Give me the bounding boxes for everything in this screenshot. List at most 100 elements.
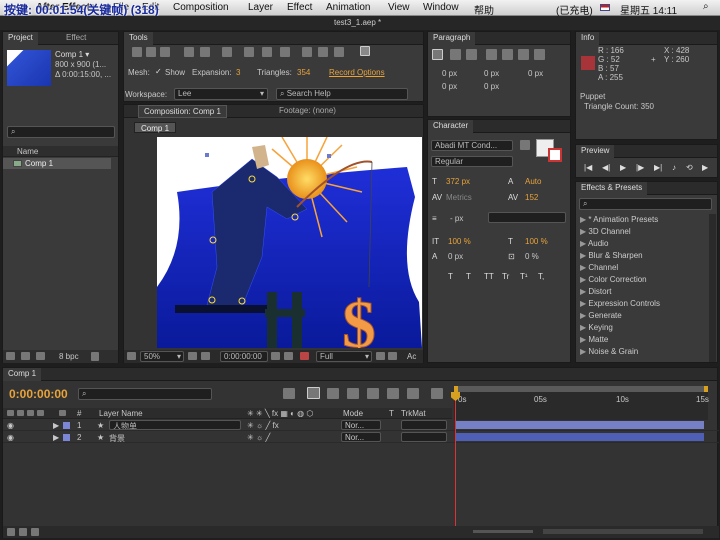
audio-button[interactable]: ♪ — [672, 163, 676, 172]
zoom-select[interactable]: 50% ▾ — [140, 351, 184, 362]
effect-category[interactable]: ▶ Generate — [580, 311, 622, 320]
timeline-zoom-slider[interactable] — [473, 530, 533, 533]
col-t-header[interactable]: T — [389, 409, 394, 418]
comp-viewer[interactable]: $ — [157, 137, 422, 348]
font-family-select[interactable]: Abadi MT Cond... — [431, 140, 513, 151]
align-left-icon[interactable] — [432, 49, 443, 60]
timeline-tab[interactable]: Comp 1 — [3, 368, 42, 381]
comp-subtab[interactable]: Comp 1 — [141, 124, 169, 133]
rectangle-tool-icon[interactable] — [244, 47, 254, 57]
pen-tool-icon[interactable] — [262, 47, 272, 57]
search-help-input[interactable]: ⌕ Search Help — [276, 88, 408, 100]
region-of-interest-icon[interactable] — [376, 352, 385, 360]
layer-label-color[interactable] — [63, 434, 70, 441]
hand-tool-icon[interactable] — [146, 47, 156, 57]
flag-icon[interactable] — [600, 4, 610, 11]
camera-tool-icon[interactable] — [200, 47, 210, 57]
layer-duration-bar[interactable] — [456, 433, 704, 441]
effect-category[interactable]: ▶ Blur & Sharpen — [580, 251, 643, 260]
eye-icon[interactable]: ◉ — [7, 433, 14, 442]
show-checkbox[interactable]: ✓ — [155, 67, 162, 76]
font-style-select[interactable]: Regular — [431, 156, 513, 167]
hide-shy-layers-icon[interactable] — [327, 388, 339, 399]
toggle-viewer-icon[interactable] — [127, 352, 136, 360]
space-after-value[interactable]: 0 px — [484, 82, 499, 91]
interpret-footage-icon[interactable] — [6, 352, 15, 360]
motion-blur-icon[interactable] — [367, 388, 379, 399]
faux-bold-button[interactable]: T — [448, 272, 453, 281]
expand-modes-icon[interactable] — [19, 528, 27, 536]
zoom-tool-icon[interactable] — [160, 47, 170, 57]
layer-trkmat-select[interactable] — [401, 420, 447, 430]
layer-row[interactable]: ◉ ▶ 1 ★ 人物单 ✳ ☼ ╱ fx Nor... — [3, 420, 719, 431]
prev-frame-button[interactable]: ◀| — [602, 163, 610, 172]
kerning-value[interactable]: Metrics — [446, 193, 472, 202]
justify-last-center-icon[interactable] — [502, 49, 513, 60]
layer-duration-bar[interactable] — [456, 421, 704, 429]
brush-tool-icon[interactable] — [302, 47, 312, 57]
new-comp-icon[interactable] — [36, 352, 45, 360]
clock[interactable]: 星期五 14:11 — [620, 2, 677, 17]
layer-row[interactable]: ◉ ▶ 2 ★ 背景 ✳ ☼ ╱ Nor... — [3, 432, 719, 443]
effect-category[interactable]: ▶ Audio — [580, 239, 608, 248]
tracking-value[interactable]: 152 — [525, 193, 538, 202]
tab-effect[interactable]: Effect — [61, 32, 91, 45]
active-camera-select[interactable]: Ac — [407, 352, 416, 361]
effect-category[interactable]: ▶ Noise & Grain — [580, 347, 638, 356]
menu-effect[interactable]: Effect — [287, 2, 312, 13]
horizontal-scale-value[interactable]: 100 % — [525, 237, 548, 246]
layer-switches[interactable]: ✳ ☼ ╱ fx — [247, 421, 279, 430]
tab-footage[interactable]: Footage: (none) — [274, 105, 341, 118]
effect-category[interactable]: ▶ Keying — [580, 323, 613, 332]
layer-name[interactable]: 背景 — [109, 433, 125, 444]
eye-icon[interactable]: ◉ — [7, 421, 14, 430]
stroke-width-value[interactable]: - px — [450, 214, 463, 223]
last-frame-button[interactable]: ▶| — [654, 163, 662, 172]
layer-trkmat-select[interactable] — [401, 432, 447, 442]
menu-window[interactable]: Window — [423, 2, 459, 13]
col-mode-header[interactable]: Mode — [343, 409, 363, 418]
stroke-color-swatch[interactable] — [548, 148, 562, 162]
menu-layer[interactable]: Layer — [248, 2, 273, 13]
play-button[interactable]: ▶ — [620, 163, 626, 172]
expand-arrow-icon[interactable]: ▶ — [53, 421, 59, 430]
select-tool-icon[interactable] — [132, 47, 142, 57]
align-center-icon[interactable] — [450, 49, 461, 60]
puppet-pin-tool-icon[interactable] — [360, 46, 370, 56]
next-frame-button[interactable]: |▶ — [636, 163, 644, 172]
comp-timecode[interactable]: 0:00:00:00 — [220, 351, 268, 362]
brainstorm-icon[interactable] — [387, 388, 399, 399]
eraser-tool-icon[interactable] — [334, 47, 344, 57]
stroke-style-select[interactable] — [488, 212, 566, 223]
eyedropper-icon[interactable] — [520, 140, 530, 150]
effects-search-input[interactable]: ⌕ — [579, 198, 712, 210]
effect-category[interactable]: ▶ Channel — [580, 263, 618, 272]
vertical-scale-value[interactable]: 100 % — [448, 237, 471, 246]
layer-name[interactable]: 人物单 — [109, 420, 241, 430]
snapshot-icon[interactable] — [271, 352, 280, 360]
channel-icon[interactable] — [300, 352, 309, 360]
resolution-select[interactable]: Full ▾ — [316, 351, 372, 362]
justify-last-right-icon[interactable] — [518, 49, 529, 60]
tsume-value[interactable]: 0 % — [525, 252, 539, 261]
menu-view[interactable]: View — [388, 2, 410, 13]
effect-category[interactable]: ▶ * Animation Presets — [580, 215, 658, 224]
effects-scrollbar[interactable] — [709, 214, 716, 362]
triangles-value[interactable]: 354 — [297, 68, 310, 77]
clone-tool-icon[interactable] — [318, 47, 328, 57]
effect-category[interactable]: ▶ 3D Channel — [580, 227, 631, 236]
baseline-shift-value[interactable]: 0 px — [448, 252, 463, 261]
effect-category[interactable]: ▶ Expression Controls — [580, 299, 660, 308]
workspace-select[interactable]: Lee ▾ — [174, 88, 268, 100]
grid-icon[interactable] — [201, 352, 210, 360]
time-indicator[interactable] — [455, 392, 456, 532]
small-caps-button[interactable]: Tr — [502, 272, 509, 281]
tab-composition[interactable]: Composition: Comp 1 — [138, 105, 227, 118]
justify-all-icon[interactable] — [534, 49, 545, 60]
col-trkmat-header[interactable]: TrkMat — [401, 409, 426, 418]
indent-right-value[interactable]: 0 px — [484, 69, 499, 78]
col-layer-name-header[interactable]: Layer Name — [99, 409, 143, 418]
graph-editor-icon[interactable] — [431, 388, 443, 399]
transparency-grid-icon[interactable] — [388, 352, 397, 360]
effect-category[interactable]: ▶ Distort — [580, 287, 612, 296]
